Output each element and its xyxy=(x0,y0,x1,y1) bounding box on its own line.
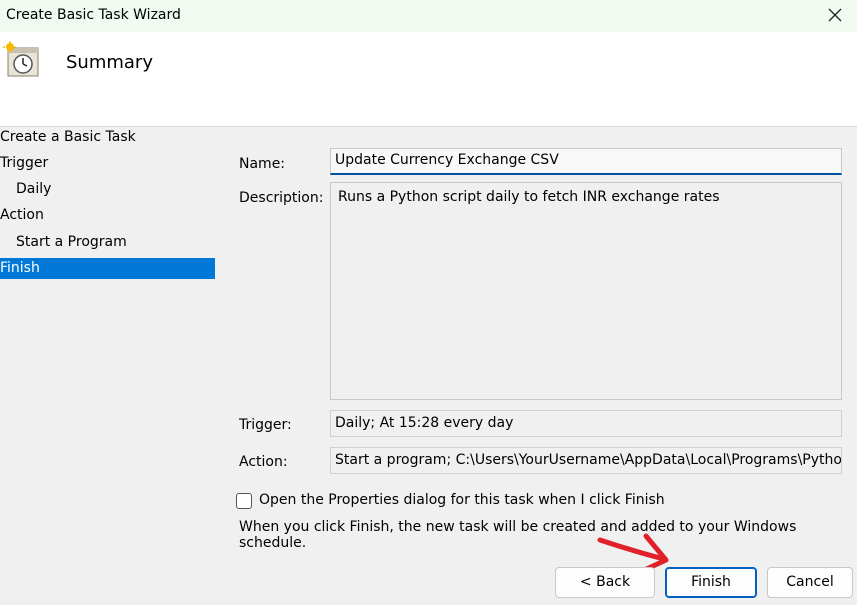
close-icon[interactable] xyxy=(823,3,847,27)
description-label: Description: xyxy=(239,190,324,206)
wizard-steps-nav: Create a Basic Task Trigger Daily Action… xyxy=(0,127,216,605)
wizard-header: Summary xyxy=(0,32,857,127)
name-label: Name: xyxy=(239,156,286,172)
page-title: Summary xyxy=(66,52,153,73)
back-button[interactable]: < Back xyxy=(555,567,655,598)
nav-item-start-a-program[interactable]: Start a Program xyxy=(0,232,215,253)
trigger-summary-field: Daily; At 15:28 every day xyxy=(330,410,842,437)
finish-button[interactable]: Finish xyxy=(665,567,757,598)
cancel-button[interactable]: Cancel xyxy=(767,567,853,598)
title-bar: Create Basic Task Wizard xyxy=(0,0,857,32)
finish-info-text: When you click Finish, the new task will… xyxy=(239,519,797,551)
task-scheduler-clock-icon xyxy=(2,40,42,80)
trigger-label: Trigger: xyxy=(239,417,292,433)
window-title: Create Basic Task Wizard xyxy=(6,7,181,23)
name-field[interactable]: Update Currency Exchange CSV xyxy=(330,148,842,175)
nav-item-action[interactable]: Action xyxy=(0,205,215,226)
open-properties-label[interactable]: Open the Properties dialog for this task… xyxy=(259,492,665,508)
action-label: Action: xyxy=(239,454,288,470)
nav-item-daily[interactable]: Daily xyxy=(0,179,215,200)
description-field[interactable]: Runs a Python script daily to fetch INR … xyxy=(330,182,842,400)
action-summary-field: Start a program; C:\Users\YourUsername\A… xyxy=(330,447,842,474)
nav-item-trigger[interactable]: Trigger xyxy=(0,153,215,174)
nav-item-create-basic-task[interactable]: Create a Basic Task xyxy=(0,127,215,148)
nav-item-finish[interactable]: Finish xyxy=(0,258,215,279)
open-properties-checkbox[interactable] xyxy=(236,493,252,509)
